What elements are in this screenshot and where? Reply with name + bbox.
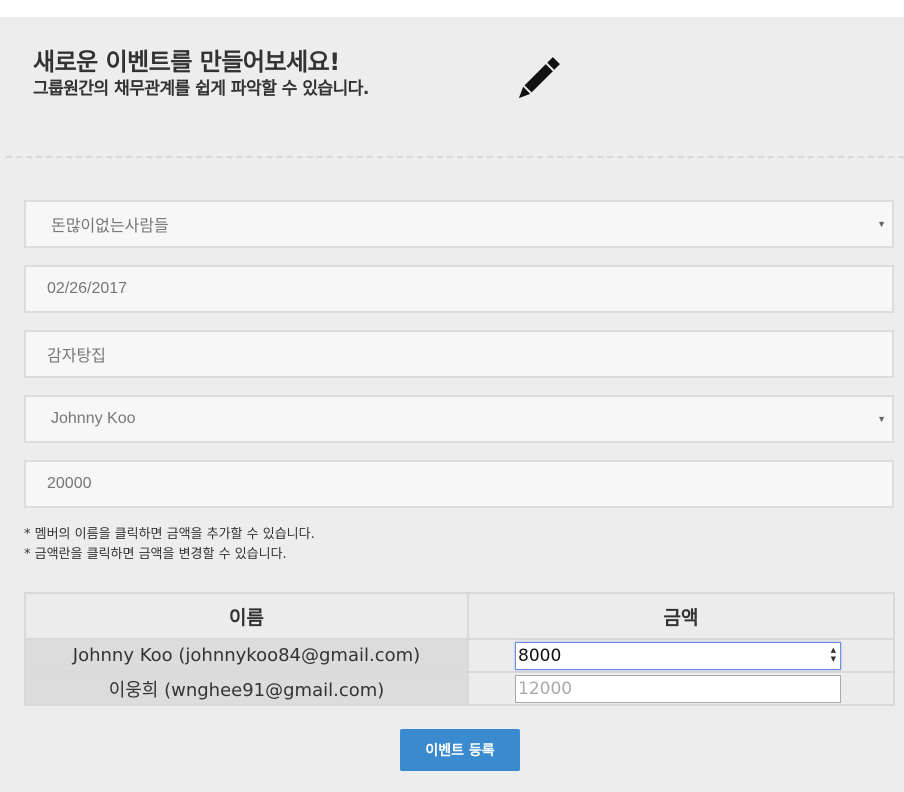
chevron-down-icon: ▼: [877, 414, 886, 424]
table-row: 이웅희 (wnghee91@gmail.com) 12000: [24, 671, 895, 706]
help-note: * 멤버의 이름을 클릭하면 금액을 추가할 수 있습니다.: [24, 527, 315, 542]
table-header-row: 이름 금액: [24, 592, 895, 640]
payer-select-value: Johnny Koo: [51, 410, 136, 427]
column-header-amount: 금액: [467, 592, 895, 640]
total-amount-input[interactable]: 20000: [24, 460, 894, 508]
event-form-panel: 새로운 이벤트를 만들어보세요! 그룹원간의 채무관계를 쉽게 파악할 수 있습…: [0, 17, 904, 792]
help-note: * 금액란을 클릭하면 금액을 변경할 수 있습니다.: [24, 547, 287, 562]
divider: [6, 156, 904, 158]
payer-select[interactable]: Johnny Koo ▼: [24, 395, 894, 443]
amount-placeholder: 12000: [518, 679, 573, 699]
place-input[interactable]: 감자탕집: [24, 330, 894, 378]
register-event-button[interactable]: 이벤트 등록: [400, 729, 520, 771]
place-value: 감자탕집: [47, 348, 106, 365]
member-amount-table: 이름 금액 Johnny Koo (johnnykoo84@gmail.com)…: [24, 592, 895, 706]
table-row: Johnny Koo (johnnykoo84@gmail.com) 8000 …: [24, 638, 895, 673]
amount-input[interactable]: 12000: [515, 675, 841, 703]
member-amount-cell: 12000: [467, 671, 895, 706]
date-value: 02/26/2017: [47, 280, 128, 297]
column-header-name: 이름: [24, 592, 469, 640]
pencil-icon: [518, 57, 560, 99]
help-notes: * 멤버의 이름을 클릭하면 금액을 추가할 수 있습니다. * 금액란을 클릭…: [24, 525, 315, 565]
group-select[interactable]: 돈많이없는사람들 ▼: [24, 200, 894, 248]
member-name-cell[interactable]: Johnny Koo (johnnykoo84@gmail.com): [24, 638, 469, 673]
total-amount-value: 20000: [47, 475, 92, 492]
number-spinner[interactable]: ▲ ▼: [831, 646, 836, 664]
chevron-down-icon: ▼: [877, 219, 886, 229]
amount-input[interactable]: 8000 ▲ ▼: [515, 642, 841, 670]
group-select-value: 돈많이없는사람들: [51, 218, 169, 235]
amount-value: 8000: [518, 646, 562, 666]
member-amount-cell: 8000 ▲ ▼: [467, 638, 895, 673]
date-input[interactable]: 02/26/2017: [24, 265, 894, 313]
member-name-cell[interactable]: 이웅희 (wnghee91@gmail.com): [24, 671, 469, 706]
